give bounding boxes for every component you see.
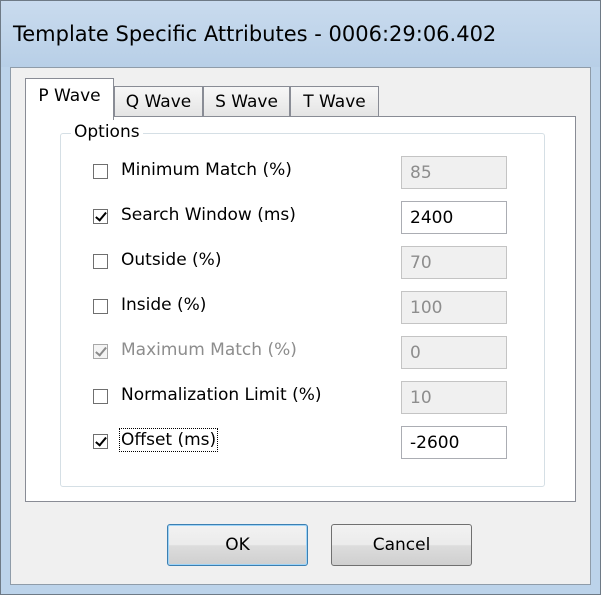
outside-field bbox=[401, 246, 507, 279]
maximum-match-checkbox bbox=[93, 344, 108, 359]
tab-label: T Wave bbox=[303, 92, 366, 112]
option-row-maximum-match: Maximum Match (%) bbox=[61, 336, 544, 370]
minimum-match-field bbox=[401, 156, 507, 189]
option-row-outside: Outside (%) bbox=[61, 246, 544, 280]
normalization-limit-checkbox[interactable] bbox=[93, 389, 108, 404]
tab-label: Q Wave bbox=[125, 92, 192, 112]
minimum-match-checkbox[interactable] bbox=[93, 164, 108, 179]
offset-field[interactable] bbox=[401, 426, 507, 459]
minimum-match-label[interactable]: Minimum Match (%) bbox=[121, 160, 292, 180]
inside-checkbox[interactable] bbox=[93, 299, 108, 314]
inside-label[interactable]: Inside (%) bbox=[121, 295, 206, 315]
dialog-client-area: P Wave Q Wave S Wave T Wave Options Mini… bbox=[10, 67, 591, 585]
search-window-label[interactable]: Search Window (ms) bbox=[121, 205, 296, 225]
outside-checkbox[interactable] bbox=[93, 254, 108, 269]
option-row-search-window: Search Window (ms) bbox=[61, 201, 544, 235]
option-row-minimum-match: Minimum Match (%) bbox=[61, 156, 544, 190]
cancel-button[interactable]: Cancel bbox=[331, 524, 472, 566]
search-window-field[interactable] bbox=[401, 201, 507, 234]
inside-field bbox=[401, 291, 507, 324]
tab-panel-p-wave: Options Minimum Match (%) Search Window … bbox=[25, 116, 576, 502]
tab-s-wave[interactable]: S Wave bbox=[203, 86, 290, 118]
tab-label: S Wave bbox=[215, 92, 278, 112]
dialog-window: Template Specific Attributes - 0006:29:0… bbox=[0, 0, 601, 595]
outside-label[interactable]: Outside (%) bbox=[121, 250, 221, 270]
offset-label[interactable]: Offset (ms) bbox=[118, 428, 219, 452]
option-row-offset: Offset (ms) bbox=[61, 426, 544, 460]
title-bar[interactable]: Template Specific Attributes - 0006:29:0… bbox=[1, 1, 600, 67]
options-groupbox: Options Minimum Match (%) Search Window … bbox=[60, 122, 545, 487]
option-row-inside: Inside (%) bbox=[61, 291, 544, 325]
tab-t-wave[interactable]: T Wave bbox=[290, 86, 379, 118]
offset-checkbox[interactable] bbox=[93, 434, 108, 449]
maximum-match-label: Maximum Match (%) bbox=[121, 340, 297, 360]
normalization-limit-field bbox=[401, 381, 507, 414]
option-row-normalization-limit: Normalization Limit (%) bbox=[61, 381, 544, 415]
window-title: Template Specific Attributes - 0006:29:0… bbox=[13, 22, 497, 46]
normalization-limit-label[interactable]: Normalization Limit (%) bbox=[121, 385, 322, 405]
maximum-match-field bbox=[401, 336, 507, 369]
search-window-checkbox[interactable] bbox=[93, 209, 108, 224]
tab-p-wave[interactable]: P Wave bbox=[25, 78, 114, 120]
tab-q-wave[interactable]: Q Wave bbox=[114, 86, 203, 118]
options-legend: Options bbox=[71, 122, 143, 142]
ok-button[interactable]: OK bbox=[167, 524, 308, 566]
tab-label: P Wave bbox=[38, 86, 101, 106]
